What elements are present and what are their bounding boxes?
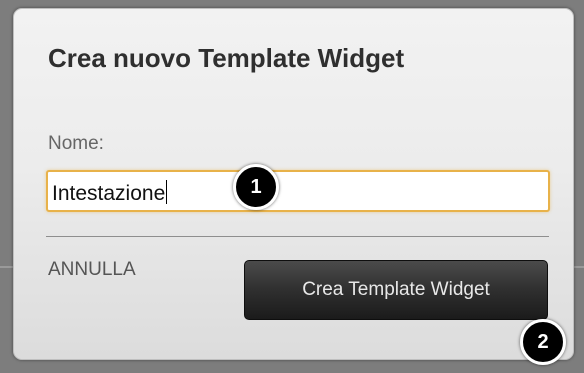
step-marker-2: 2	[520, 319, 566, 365]
text-caret	[166, 180, 168, 204]
cancel-button[interactable]: ANNULLA	[48, 259, 136, 281]
name-input-text: Intestazione	[52, 182, 166, 205]
name-label: Nome:	[48, 133, 104, 154]
name-input[interactable]: Intestazione	[46, 170, 550, 212]
dialog-title: Crea nuovo Template Widget	[48, 43, 405, 73]
name-input-value: Intestazione	[52, 180, 168, 206]
create-template-widget-dialog: Crea nuovo Template Widget Nome: Intesta…	[13, 8, 574, 360]
create-template-widget-button[interactable]: Crea Template Widget	[244, 260, 548, 320]
dialog-divider	[46, 236, 549, 237]
step-marker-1: 1	[233, 164, 279, 210]
